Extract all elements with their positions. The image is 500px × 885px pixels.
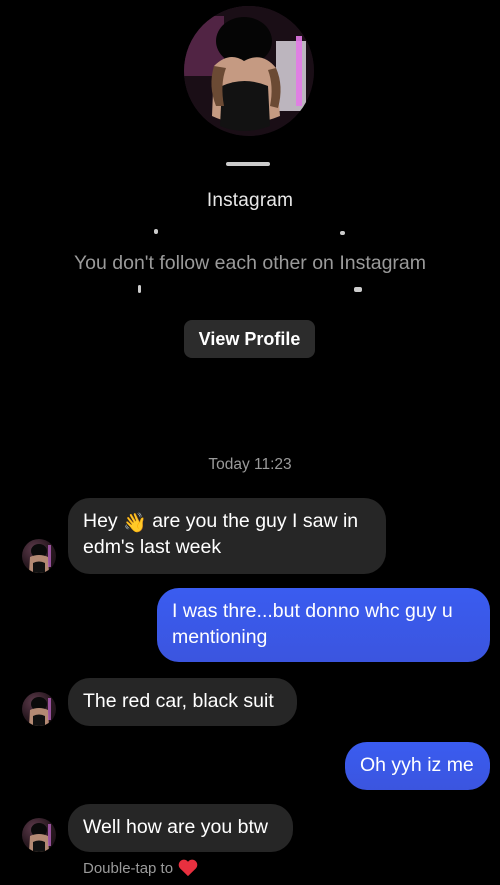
double-tap-hint: Double-tap to xyxy=(83,859,198,877)
sender-avatar[interactable] xyxy=(22,692,56,726)
sender-avatar[interactable] xyxy=(22,818,56,852)
redacted-stats xyxy=(154,229,158,234)
message-bubble-incoming[interactable]: The red car, black suit xyxy=(68,678,297,726)
profile-app-label: Instagram xyxy=(206,190,294,211)
message-bubble-incoming[interactable]: Well how are you btw xyxy=(68,804,293,852)
profile-picture[interactable] xyxy=(184,6,314,136)
avatar-image xyxy=(29,697,51,726)
sender-avatar[interactable] xyxy=(22,539,56,573)
double-tap-label: Double-tap to xyxy=(83,859,174,877)
redacted-mutuals-end xyxy=(354,287,362,292)
waving-hand-emoji: 👋 xyxy=(123,513,147,534)
message-text: Well how are you btw xyxy=(83,816,268,838)
message-text: Hey xyxy=(83,510,118,532)
redacted-stats-end xyxy=(340,231,345,235)
message-text: I was thre...but donno whc guy u mention… xyxy=(172,600,453,648)
avatar-image xyxy=(29,544,51,573)
message-bubble-outgoing[interactable]: I was thre...but donno whc guy u mention… xyxy=(157,588,490,662)
redacted-mutuals xyxy=(138,285,141,293)
avatar-image xyxy=(29,823,51,852)
message-text: The red car, black suit xyxy=(83,690,274,712)
redacted-name xyxy=(226,162,270,166)
message-bubble-incoming[interactable]: Hey 👋 are you the guy I saw in edm's las… xyxy=(68,498,386,574)
thread-timestamp: Today 11:23 xyxy=(208,456,292,473)
profile-photo-image xyxy=(184,6,314,136)
heart-icon[interactable] xyxy=(178,859,198,877)
follow-status-note: You don't follow each other on Instagram xyxy=(73,252,427,274)
view-profile-button[interactable]: View Profile xyxy=(184,320,315,358)
message-bubble-outgoing[interactable]: Oh yyh iz me xyxy=(345,742,490,790)
message-text: Oh yyh iz me xyxy=(360,754,474,776)
